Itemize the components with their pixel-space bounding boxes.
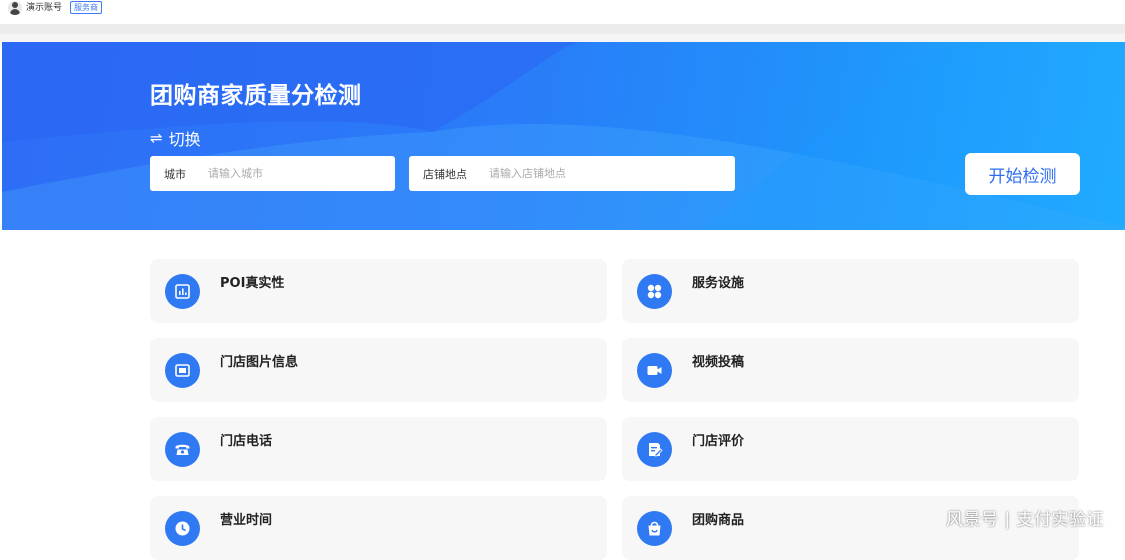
check-item-title: 营业时间: [220, 513, 273, 528]
switch-button[interactable]: ⇌ 切换: [150, 126, 201, 150]
check-item-title: 服务设施: [692, 276, 745, 291]
watermark: 风景号 | 支付实验证: [946, 510, 1105, 530]
check-item-title: 门店图片信息: [220, 355, 299, 370]
check-item-title: 视频投稿: [692, 355, 745, 370]
video-camera-icon: [637, 353, 672, 388]
telephone-icon: [165, 432, 200, 467]
check-item-service-facilities[interactable]: 服务设施: [622, 259, 1079, 323]
divider: [0, 34, 1125, 42]
store-location-label: 店铺地点: [423, 167, 467, 181]
store-location-field[interactable]: 店铺地点: [409, 156, 735, 191]
store-location-input[interactable]: [487, 166, 651, 181]
review-edit-icon: [637, 432, 672, 467]
hero-banner: 团购商家质量分检测 ⇌ 切换 城市 店铺地点 开始检测: [2, 42, 1125, 230]
check-item-business-hours[interactable]: 营业时间: [150, 496, 607, 560]
image-icon: [165, 353, 200, 388]
role-badge: 服务商: [70, 1, 102, 14]
grid-icon: [637, 274, 672, 309]
bar-chart-icon: [165, 274, 200, 309]
check-item-title: 门店电话: [220, 434, 273, 449]
shopping-bag-icon: [637, 511, 672, 546]
check-item-poi-authenticity[interactable]: POI真实性: [150, 259, 607, 323]
account-bar: 演示账号 服务商: [0, 0, 1125, 24]
check-item-store-reviews[interactable]: 门店评价: [622, 417, 1079, 481]
check-item-store-phone[interactable]: 门店电话: [150, 417, 607, 481]
page-title: 团购商家质量分检测: [150, 83, 362, 109]
swap-arrows-icon: ⇌: [150, 129, 163, 147]
start-check-button[interactable]: 开始检测: [965, 153, 1080, 195]
divider: [0, 24, 1125, 34]
city-input[interactable]: [206, 166, 370, 181]
city-field[interactable]: 城市: [150, 156, 395, 191]
check-item-title: POI真实性: [220, 276, 285, 291]
avatar-icon[interactable]: [8, 1, 22, 15]
check-item-title: 门店评价: [692, 434, 745, 449]
check-item-store-images[interactable]: 门店图片信息: [150, 338, 607, 402]
city-label: 城市: [164, 167, 186, 181]
check-item-title: 团购商品: [692, 513, 745, 528]
switch-label: 切换: [168, 130, 201, 149]
account-name[interactable]: 演示账号: [26, 1, 62, 15]
check-item-video-submission[interactable]: 视频投稿: [622, 338, 1079, 402]
clock-icon: [165, 511, 200, 546]
